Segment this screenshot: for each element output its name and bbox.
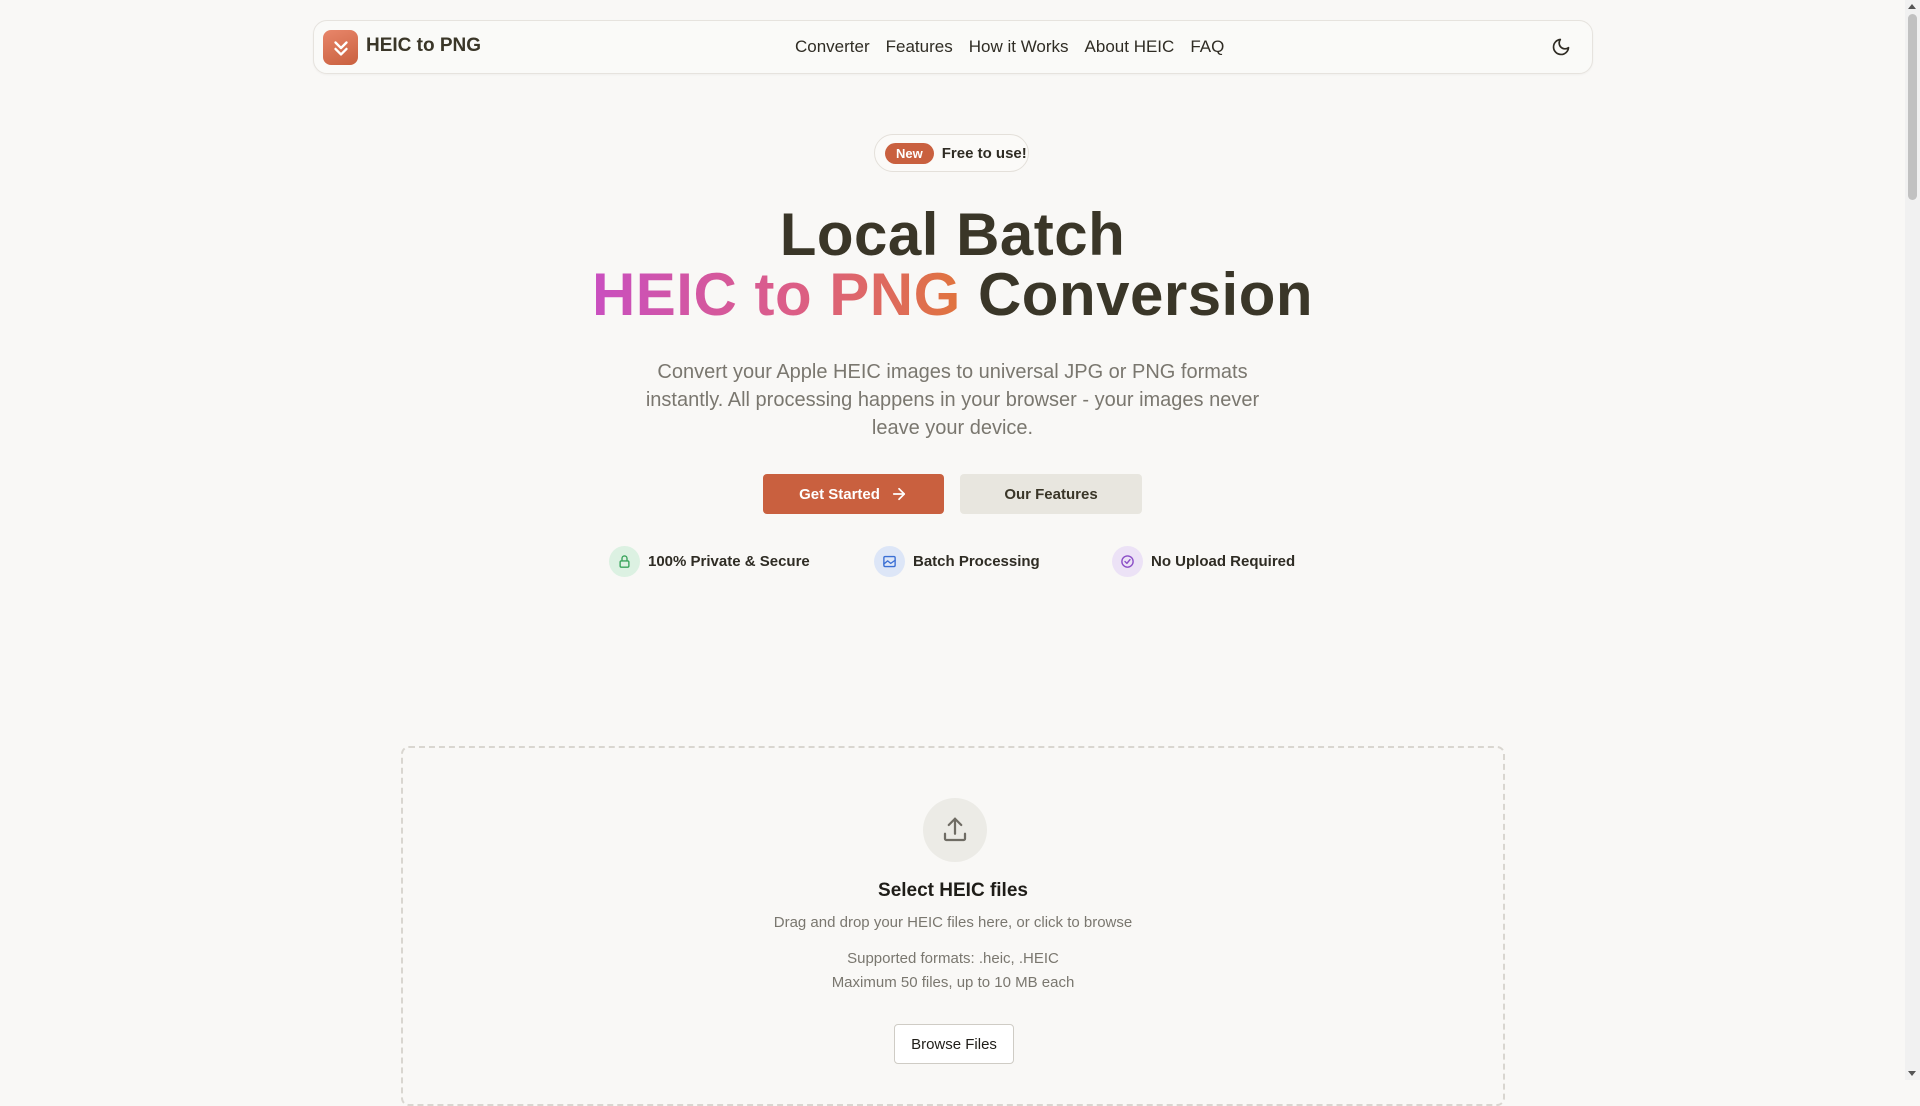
feature-batch: Batch Processing — [874, 546, 1040, 577]
new-badge: New — [885, 142, 934, 164]
hero-title-highlight: HEIC to PNG — [591, 261, 961, 328]
image-icon — [874, 546, 905, 577]
file-dropzone[interactable]: Select HEIC files Drag and drop your HEI… — [401, 746, 1505, 1106]
promo-pill: New Free to use! — [874, 134, 1029, 172]
get-started-label: Get Started — [799, 485, 880, 503]
brand-name[interactable]: HEIC to PNG — [366, 35, 481, 57]
scroll-down-icon[interactable] — [1908, 1071, 1916, 1076]
dropzone-formats: Supported formats: .heic, .HEIC — [847, 950, 1059, 967]
arrow-right-icon — [892, 487, 905, 501]
hero-title-line2: HEIC to PNG Conversion — [0, 260, 1905, 329]
feature-batch-label: Batch Processing — [913, 553, 1040, 570]
promo-text: Free to use! — [941, 144, 1027, 162]
feature-private: 100% Private & Secure — [609, 546, 810, 577]
feature-no-upload-label: No Upload Required — [1151, 553, 1296, 570]
lock-icon — [609, 546, 640, 577]
nav-links: Converter Features How it Works About HE… — [795, 37, 1224, 57]
check-circle-icon — [1112, 546, 1143, 577]
our-features-button[interactable]: Our Features — [960, 474, 1142, 514]
nav-link-faq[interactable]: FAQ — [1190, 37, 1224, 57]
nav-link-about-heic[interactable]: About HEIC — [1085, 37, 1175, 57]
page-scrollbar[interactable] — [1905, 0, 1920, 1080]
feature-no-upload: No Upload Required — [1112, 546, 1295, 577]
scroll-thumb[interactable] — [1908, 14, 1917, 200]
hero-subtitle: Convert your Apple HEIC images to univer… — [645, 361, 1260, 439]
nav-link-how-it-works[interactable]: How it Works — [969, 37, 1069, 57]
scroll-up-icon[interactable] — [1908, 4, 1916, 9]
dropzone-title: Select HEIC files — [878, 880, 1028, 901]
logo-chevrons-down-icon[interactable] — [323, 30, 358, 65]
hero-title-rest: Conversion — [977, 261, 1314, 328]
moon-icon[interactable] — [1548, 34, 1574, 60]
dropzone-description: Drag and drop your HEIC files here, or c… — [773, 914, 1133, 931]
nav-link-features[interactable]: Features — [886, 37, 953, 57]
get-started-button[interactable]: Get Started — [763, 474, 944, 514]
feature-private-label: 100% Private & Secure — [648, 553, 810, 570]
dropzone-limit: Maximum 50 files, up to 10 MB each — [831, 974, 1075, 991]
nav-link-converter[interactable]: Converter — [795, 37, 870, 57]
top-navbar: HEIC to PNG Converter Features How it Wo… — [313, 20, 1593, 74]
browse-files-button[interactable]: Browse Files — [894, 1024, 1014, 1064]
upload-icon — [923, 798, 987, 862]
hero-title-line1: Local Batch — [779, 201, 1126, 268]
